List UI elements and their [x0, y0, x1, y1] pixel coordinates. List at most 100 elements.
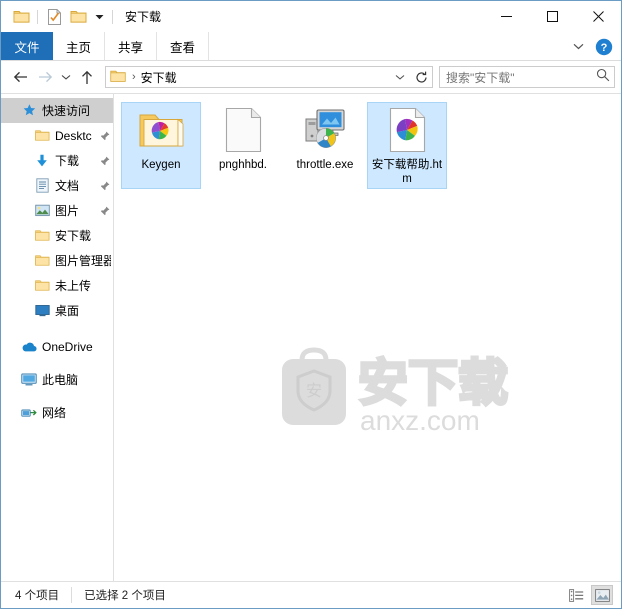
- ribbon-tabs: 文件 主页 共享 查看 ?: [1, 32, 621, 61]
- tab-home[interactable]: 主页: [53, 32, 106, 60]
- selected-count: 已选择 2 个项目: [71, 587, 178, 603]
- sidebar-label: 图片: [55, 204, 80, 218]
- quick-access-dropdown-icon[interactable]: [90, 7, 108, 27]
- sidebar-item-documents[interactable]: 文档: [1, 173, 113, 198]
- sidebar-item-desktop-pinned[interactable]: Desktc: [1, 123, 113, 148]
- folder-icon: [34, 228, 50, 244]
- star-pin-icon: [21, 103, 37, 119]
- sidebar-item-quick-access[interactable]: 快速访问: [1, 98, 113, 123]
- download-icon: [34, 153, 50, 169]
- toolbar-separator-2: [112, 9, 113, 24]
- sidebar-item-onedrive[interactable]: OneDrive: [1, 334, 113, 359]
- folder-icon: [34, 278, 50, 294]
- file-item-pnghhbd[interactable]: pnghhbd.: [203, 102, 283, 189]
- address-bar: › 安下载 搜索"安下载": [1, 61, 621, 93]
- sidebar-item-desktop[interactable]: 桌面: [1, 298, 113, 323]
- application-exe-icon: [301, 106, 349, 154]
- forward-button[interactable]: [33, 65, 57, 89]
- window-controls: [483, 1, 621, 32]
- sidebar-label: 未上传: [55, 279, 92, 293]
- sidebar-label: Desktc: [55, 128, 92, 143]
- picture-icon: [34, 203, 50, 219]
- sidebar-label: 文档: [55, 179, 80, 193]
- chevron-down-icon[interactable]: [567, 36, 589, 58]
- svg-text:anxz.com: anxz.com: [360, 405, 480, 434]
- explorer-body: 快速访问 Desktc 下载 文档 图片 安下载 图片管理器 未上传 桌面 On…: [1, 93, 621, 581]
- pin-icon[interactable]: [99, 206, 111, 216]
- cloud-icon: [21, 339, 37, 355]
- help-icon[interactable]: ?: [595, 38, 613, 56]
- sidebar-label: 下载: [55, 154, 80, 168]
- watermark: 安 安下载 anxz.com: [274, 342, 532, 434]
- network-icon: [21, 405, 37, 421]
- html-pinwheel-icon: [383, 106, 431, 154]
- sidebar-item-downloads[interactable]: 下载: [1, 148, 113, 173]
- sidebar-label: 此电脑: [42, 373, 79, 387]
- tab-share[interactable]: 共享: [105, 32, 158, 60]
- folder-icon: [34, 128, 50, 144]
- recent-locations-button[interactable]: [57, 65, 75, 89]
- sidebar-item-pictures[interactable]: 图片: [1, 198, 113, 223]
- file-item-throttle-exe[interactable]: throttle.exe: [285, 102, 365, 189]
- file-explorer-window: 安下载 文件 主页 共享 查看 ? › 安下载 搜索"安下载" 快速访问 Des…: [0, 0, 622, 609]
- up-button[interactable]: [75, 65, 99, 89]
- file-list-pane[interactable]: Keygen pnghhbd. throttle.exe 安下载帮助.htm 安…: [114, 94, 621, 581]
- file-name: Keygen: [141, 159, 181, 171]
- details-view-button[interactable]: [565, 585, 587, 605]
- svg-text:安: 安: [306, 382, 322, 400]
- svg-text:安下载: 安下载: [358, 355, 508, 411]
- address-field[interactable]: › 安下载: [105, 66, 412, 88]
- search-input[interactable]: 搜索"安下载": [446, 69, 596, 86]
- folder-pinwheel-icon: [137, 106, 185, 154]
- sidebar-item-this-pc[interactable]: 此电脑: [1, 367, 113, 392]
- tab-view[interactable]: 查看: [157, 32, 210, 60]
- ribbon-right-controls: ?: [567, 32, 617, 61]
- sidebar-item-network[interactable]: 网络: [1, 400, 113, 425]
- sidebar-label: 快速访问: [42, 104, 91, 118]
- close-button[interactable]: [575, 1, 621, 32]
- properties-icon[interactable]: [42, 6, 66, 28]
- search-icon[interactable]: [596, 68, 610, 87]
- refresh-button[interactable]: [411, 66, 433, 88]
- folder-icon[interactable]: [9, 6, 33, 28]
- sidebar-label: 桌面: [55, 304, 80, 318]
- folder-icon: [34, 253, 50, 269]
- window-title: 安下载: [125, 10, 162, 24]
- pin-icon[interactable]: [99, 131, 111, 141]
- file-name: 安下载帮助.htm: [371, 159, 443, 185]
- file-item-keygen[interactable]: Keygen: [121, 102, 201, 189]
- sidebar-label: 安下载: [55, 229, 92, 243]
- quick-access-toolbar: 安下载: [1, 6, 161, 28]
- sidebar-item-anxiazai[interactable]: 安下载: [1, 223, 113, 248]
- pin-icon[interactable]: [99, 181, 111, 191]
- back-button[interactable]: [9, 65, 33, 89]
- breadcrumb-current[interactable]: 安下载: [141, 69, 391, 86]
- file-name: throttle.exe: [296, 159, 354, 171]
- navigation-pane[interactable]: 快速访问 Desktc 下载 文档 图片 安下载 图片管理器 未上传 桌面 On…: [1, 94, 114, 581]
- address-folder-icon: [110, 69, 126, 85]
- sidebar-item-not-uploaded[interactable]: 未上传: [1, 273, 113, 298]
- tab-file[interactable]: 文件: [1, 32, 53, 60]
- sidebar-label: 图片管理器: [55, 254, 111, 268]
- maximize-button[interactable]: [529, 1, 575, 32]
- item-count: 4 个项目: [15, 590, 60, 602]
- file-grid: Keygen pnghhbd. throttle.exe 安下载帮助.htm: [120, 102, 621, 193]
- status-bar: 4 个项目 已选择 2 个项目: [1, 581, 621, 608]
- file-item-anxiazai-help-htm[interactable]: 安下载帮助.htm: [367, 102, 447, 189]
- computer-icon: [21, 372, 37, 388]
- address-dropdown-icon[interactable]: [391, 74, 409, 81]
- breadcrumb-separator[interactable]: ›: [132, 71, 136, 83]
- search-box[interactable]: 搜索"安下载": [439, 66, 615, 88]
- file-name: pnghhbd.: [219, 159, 267, 171]
- sidebar-label: 网络: [42, 406, 67, 420]
- title-bar: 安下载: [1, 1, 621, 32]
- large-icons-view-button[interactable]: [591, 585, 613, 605]
- sidebar-label: OneDrive: [42, 339, 93, 354]
- view-buttons: [565, 585, 613, 605]
- sidebar-item-picture-manager[interactable]: 图片管理器: [1, 248, 113, 273]
- new-folder-icon[interactable]: [66, 6, 90, 28]
- minimize-button[interactable]: [483, 1, 529, 32]
- svg-text:?: ?: [601, 42, 608, 54]
- pin-icon[interactable]: [99, 156, 111, 166]
- blank-document-icon: [219, 106, 267, 154]
